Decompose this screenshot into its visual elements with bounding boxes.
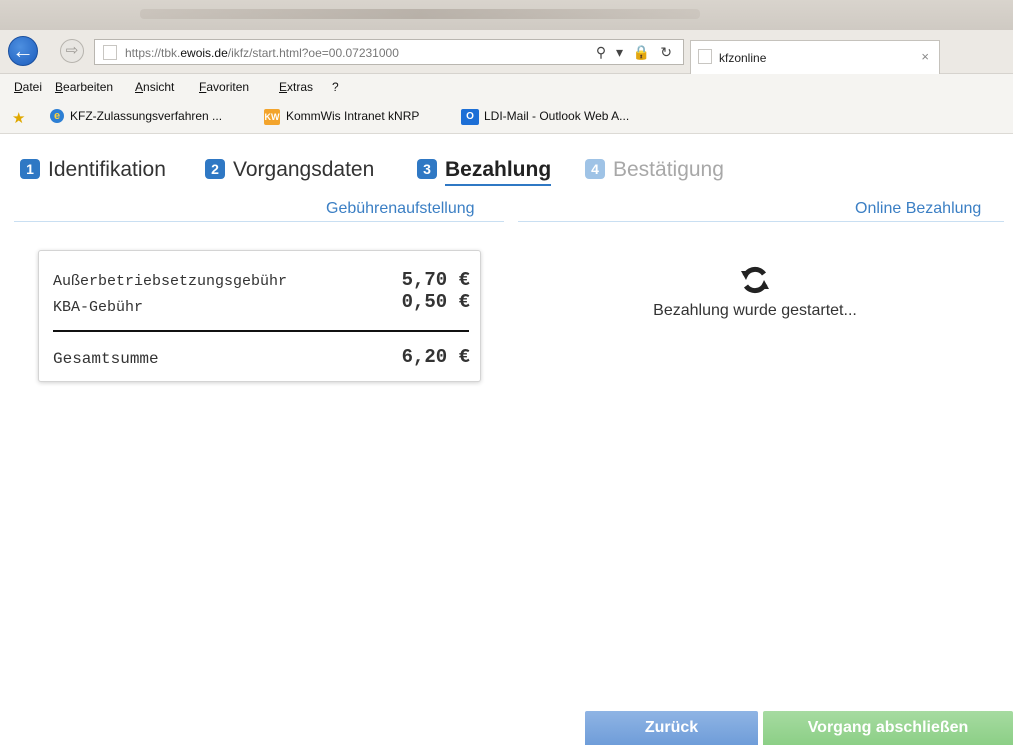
menu-bearbeiten[interactable]: Bearbeiten [55, 80, 113, 94]
payment-section-divider [518, 221, 1004, 222]
favorites-bar: ★ e KFZ-Zulassungsverfahren ... KW KommW… [0, 100, 1013, 134]
menu-help[interactable]: ? [332, 80, 339, 94]
total-row: Gesamtsumme 6,20 € [53, 346, 470, 371]
step-number-badge: 4 [585, 159, 605, 179]
tab-title: kfzonline [719, 51, 767, 65]
fee-label: Außerbetriebsetzungsgebühr [53, 273, 288, 290]
url-path: /ikfz/start.html?oe=00.07231000 [227, 46, 399, 60]
url-subdomain: tbk. [161, 46, 181, 60]
tab-close-icon[interactable]: × [921, 49, 929, 64]
menu-favoriten[interactable]: Favoriten [199, 80, 249, 94]
fee-summary-box: Außerbetriebsetzungsgebühr 5,70 € KBA-Ge… [38, 250, 481, 382]
arrow-left-icon: ← [12, 38, 34, 63]
step-bestaetigung: 4 Bestätigung [585, 158, 724, 182]
step-label: Bezahlung [445, 158, 552, 186]
total-divider [53, 330, 469, 332]
outlook-icon: O [461, 109, 479, 125]
browser-navbar: ← ⇨ https://tbk.ewois.de/ikfz/start.html… [0, 30, 1013, 74]
blurred-window-title [140, 9, 700, 19]
step-vorgangsdaten[interactable]: 2 Vorgangsdaten [205, 158, 374, 182]
favorite-outlook[interactable]: LDI-Mail - Outlook Web A... [484, 109, 629, 123]
forward-button[interactable]: ⇨ [60, 39, 84, 63]
browser-tab[interactable]: kfzonline × [690, 40, 940, 74]
fee-amount: 5,70 € [401, 269, 470, 291]
favorite-kfz[interactable]: KFZ-Zulassungsverfahren ... [70, 109, 222, 123]
total-label: Gesamtsumme [53, 350, 159, 368]
search-lock-refresh-icons[interactable]: ⚲ ▾ 🔒 ↻ [596, 44, 675, 61]
fees-section-divider [14, 221, 504, 222]
menu-datei[interactable]: Datei [14, 80, 42, 94]
step-identifikation[interactable]: 1 Identifikation [20, 158, 166, 182]
back-button[interactable]: ← [8, 36, 38, 66]
favorite-kommwis[interactable]: KommWis Intranet kNRP [286, 109, 419, 123]
page-icon [103, 45, 117, 60]
back-page-button[interactable]: Zurück [585, 711, 758, 745]
progress-steps: 1 Identifikation 2 Vorgangsdaten 3 Bezahlun… [0, 150, 1013, 190]
fee-amount: 0,50 € [401, 291, 470, 313]
arrow-right-icon: ⇨ [65, 42, 79, 59]
url-text[interactable]: https://tbk.ewois.de/ikfz/start.html?oe=… [125, 46, 399, 60]
url-scheme: https:// [125, 46, 162, 60]
payment-section-title: Online Bezahlung [855, 200, 982, 217]
fee-row: KBA-Gebühr 0,50 € [53, 291, 470, 316]
step-number-badge: 1 [20, 159, 40, 179]
fee-row: Außerbetriebsetzungsgebühr 5,70 € [53, 269, 470, 293]
step-label: Identifikation [48, 158, 166, 181]
menu-ansicht[interactable]: Ansicht [135, 80, 174, 94]
step-label: Bestätigung [613, 158, 724, 181]
step-label: Vorgangsdaten [233, 158, 375, 181]
address-bar[interactable]: https://tbk.ewois.de/ikfz/start.html?oe=… [94, 39, 684, 65]
tab-favicon-icon [698, 49, 712, 64]
kommwis-icon: KW [264, 109, 280, 125]
step-number-badge: 2 [205, 159, 225, 179]
payment-status: Bezahlung wurde gestartet... [590, 262, 920, 332]
finish-process-button[interactable]: Vorgang abschließen [763, 711, 1013, 745]
total-amount: 6,20 € [401, 346, 470, 368]
ie-icon: e [50, 109, 64, 123]
menu-extras[interactable]: Extras [279, 80, 313, 94]
step-bezahlung: 3 Bezahlung [417, 158, 552, 186]
step-number-badge: 3 [417, 159, 437, 179]
refresh-spinner-icon [741, 266, 769, 294]
payment-status-text: Bezahlung wurde gestartet... [653, 302, 857, 319]
favorites-star-icon[interactable]: ★ [12, 109, 25, 127]
fees-section-title: Gebührenaufstellung [326, 200, 475, 217]
menu-bar: Datei Bearbeiten Ansicht Favoriten Extra… [0, 74, 1013, 100]
fee-label: KBA-Gebühr [53, 299, 144, 316]
url-domain: ewois.de [180, 46, 228, 60]
window-titlebar [0, 0, 1013, 30]
